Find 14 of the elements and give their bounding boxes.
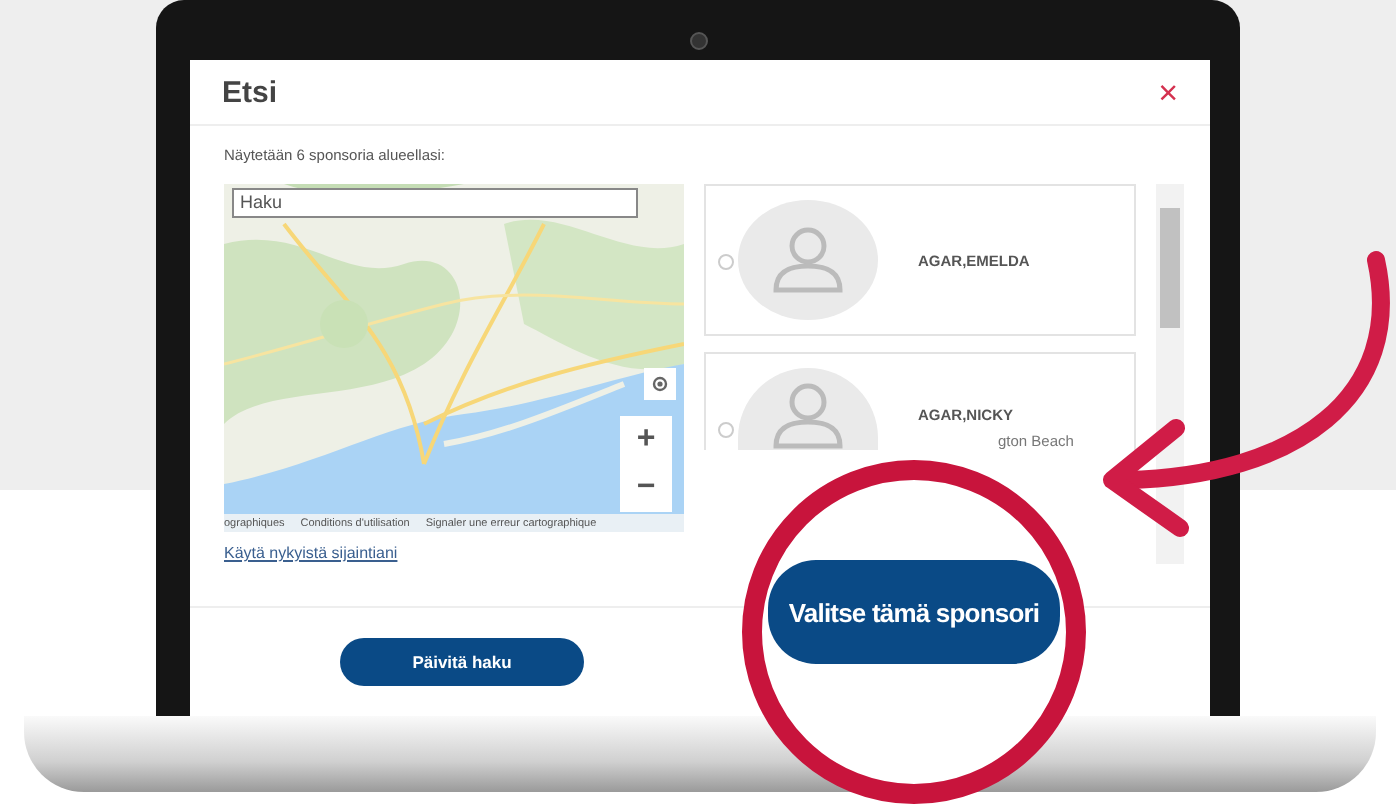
use-location-link[interactable]: Käytä nykyistä sijaintiani (224, 544, 398, 562)
close-button[interactable]: × (1154, 75, 1182, 109)
zoom-in-button[interactable]: + (620, 416, 672, 464)
camera-icon (690, 32, 708, 50)
target-icon (650, 374, 670, 394)
avatar-icon (738, 368, 878, 450)
radio-button[interactable] (718, 254, 734, 270)
search-field[interactable]: Haku (232, 188, 638, 218)
select-sponsor-button[interactable]: Valitse tämä sponsori (768, 560, 1060, 664)
refresh-search-button[interactable]: Päivitä haku (340, 638, 584, 686)
locate-button[interactable] (644, 368, 676, 400)
radio-button[interactable] (718, 422, 734, 438)
dialog-title: Etsi (222, 75, 278, 109)
zoom-out-button[interactable]: − (620, 464, 672, 512)
